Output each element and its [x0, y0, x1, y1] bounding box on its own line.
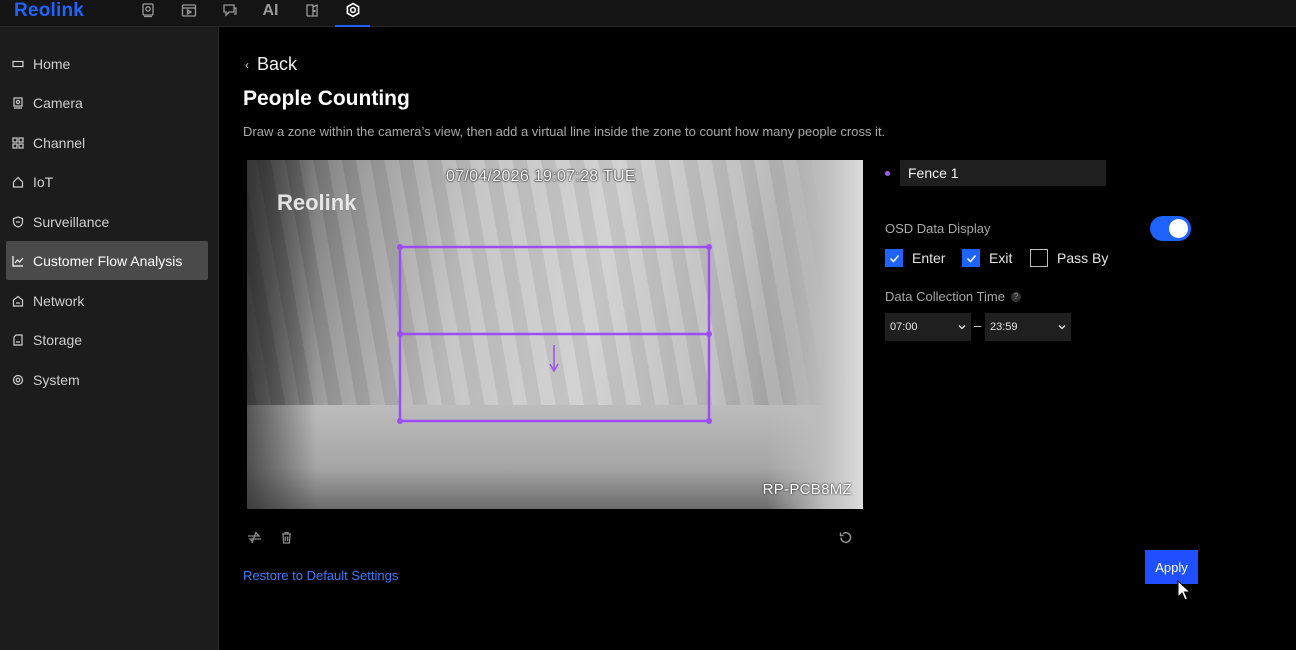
pass-by-checkbox[interactable]: Pass By — [1030, 249, 1108, 267]
apply-button[interactable]: Apply — [1145, 550, 1198, 584]
page-title: People Counting — [243, 87, 410, 110]
chevron-down-icon — [1058, 325, 1066, 330]
live-view-icon[interactable] — [127, 0, 168, 27]
exit-checkbox[interactable]: Exit — [962, 249, 1012, 267]
sidebar-item-label: Storage — [33, 331, 83, 348]
channel-icon — [12, 136, 24, 149]
sidebar-item-iot[interactable]: IoT — [6, 162, 208, 201]
chevron-left-icon: ‹ — [245, 57, 249, 72]
help-icon[interactable]: ? — [1010, 291, 1021, 302]
camera-preview[interactable]: 07/04/2026 19:07:28 TUE Reolink RP-PCB8M… — [247, 160, 863, 509]
messages-icon[interactable] — [209, 0, 250, 27]
sidebar-item-camera[interactable]: Camera — [6, 83, 208, 122]
sidebar-item-label: Camera — [33, 94, 83, 111]
start-time-select[interactable]: 07:00 — [885, 313, 971, 341]
data-collection-time-label: Data Collection Time ? — [885, 289, 1021, 304]
sidebar-item-storage[interactable]: Storage — [6, 320, 208, 359]
sidebar-item-label: Home — [33, 55, 71, 72]
sidebar-item-label: Channel — [33, 134, 86, 151]
sidebar-item-label: IoT — [33, 173, 54, 190]
sidebar-item-system[interactable]: System — [6, 360, 208, 399]
back-button[interactable]: ‹ Back — [245, 54, 297, 75]
sidebar-item-home[interactable]: Home — [6, 44, 208, 83]
zone-handle[interactable] — [397, 418, 403, 424]
checkbox-label: Enter — [912, 250, 946, 266]
ai-label[interactable]: AI — [250, 0, 291, 27]
chevron-down-icon — [958, 325, 966, 330]
sidebar-item-surveillance[interactable]: Surveillance — [6, 202, 208, 241]
shield-icon — [12, 215, 24, 228]
checkbox-label: Exit — [989, 250, 1013, 266]
time-range-separator: – — [974, 318, 982, 333]
settings-icon[interactable] — [332, 0, 373, 27]
mouse-cursor-icon — [1177, 580, 1191, 601]
fence-color-dot — [885, 171, 890, 176]
zone-handle[interactable] — [706, 418, 712, 424]
end-time-select[interactable]: 23:59 — [985, 313, 1071, 341]
drawing-tools — [247, 530, 294, 550]
restore-defaults-link[interactable]: Restore to Default Settings — [243, 568, 398, 583]
chart-icon — [12, 255, 24, 267]
checkbox-checked-icon — [885, 249, 903, 267]
zone-handle[interactable] — [706, 244, 712, 250]
counting-zone-overlay[interactable] — [247, 160, 863, 509]
sidebar-item-customer-flow-analysis[interactable]: Customer Flow Analysis — [6, 241, 208, 280]
flip-direction-icon[interactable] — [247, 530, 262, 550]
sidebar-item-network[interactable]: Network — [6, 281, 208, 320]
door-icon[interactable] — [291, 0, 332, 27]
collection-label-text: Data Collection Time — [885, 289, 1005, 304]
zone-handle[interactable] — [397, 244, 403, 250]
iot-icon — [12, 176, 24, 188]
home-icon — [12, 58, 24, 70]
page-description: Draw a zone within the camera’s view, th… — [243, 124, 886, 139]
sidebar: Home Camera Channel IoT Surveillance Cus… — [0, 27, 219, 650]
toggle-knob — [1169, 219, 1188, 238]
line-handle[interactable] — [397, 331, 403, 337]
line-handle[interactable] — [706, 331, 712, 337]
sidebar-item-label: System — [33, 371, 80, 388]
fence-name-field[interactable] — [900, 160, 1106, 186]
delete-icon[interactable] — [279, 530, 294, 550]
top-nav: AI — [127, 0, 373, 27]
enter-checkbox[interactable]: Enter — [885, 249, 945, 267]
top-bar: Reolink AI — [0, 0, 1296, 27]
osd-data-display-label: OSD Data Display — [885, 221, 991, 236]
start-time-value: 07:00 — [890, 321, 918, 333]
reolink-logo: Reolink — [14, 0, 85, 21]
reset-icon[interactable] — [838, 530, 853, 550]
network-icon — [12, 295, 24, 307]
sidebar-item-label: Network — [33, 292, 85, 309]
sidebar-item-label: Customer Flow Analysis — [33, 252, 183, 269]
end-time-value: 23:59 — [990, 321, 1018, 333]
checkbox-label: Pass By — [1057, 250, 1109, 266]
osd-toggle[interactable] — [1150, 216, 1191, 241]
sidebar-item-label: Surveillance — [33, 213, 110, 230]
back-label: Back — [257, 54, 298, 74]
checkbox-unchecked-icon — [1030, 249, 1048, 267]
checkbox-checked-icon — [962, 249, 980, 267]
playback-icon[interactable] — [168, 0, 209, 27]
camera-icon — [12, 96, 24, 109]
storage-icon — [12, 333, 24, 346]
system-icon — [12, 374, 24, 386]
sidebar-item-channel[interactable]: Channel — [6, 123, 208, 162]
